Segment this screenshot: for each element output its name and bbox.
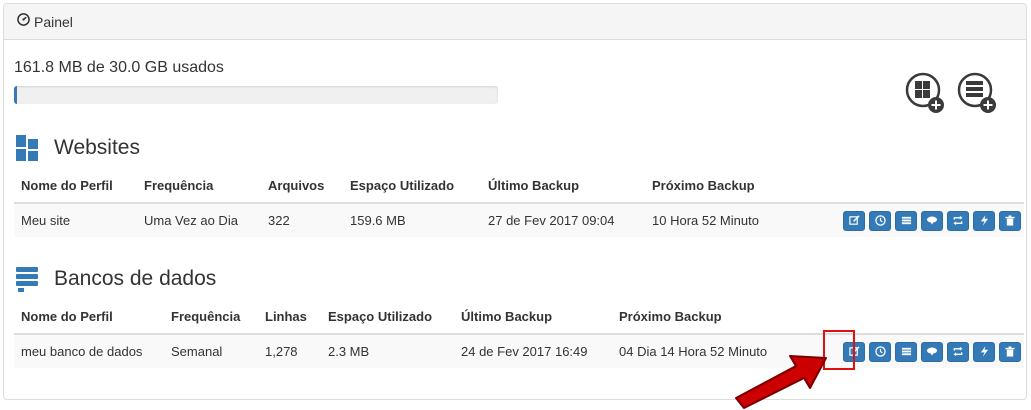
add-database-button[interactable]	[957, 72, 996, 113]
cloud-download-icon	[926, 346, 938, 357]
bolt-icon	[980, 346, 989, 357]
profile-name: Meu site	[14, 203, 137, 237]
actions-header	[815, 169, 1024, 204]
column-header: Próximo Backup	[645, 169, 815, 204]
websites-icon	[16, 135, 38, 161]
column-header: Nome do Perfil	[14, 169, 137, 204]
row-actions	[815, 203, 1024, 237]
column-header: Próximo Backup	[612, 300, 820, 335]
last-backup: 24 de Fev 2017 16:49	[454, 334, 612, 368]
actions-header	[820, 300, 1024, 335]
column-header: Frequência	[137, 169, 261, 204]
clock-button[interactable]	[869, 210, 891, 231]
space-used: 2.3 MB	[321, 334, 454, 368]
panel-title: Painel	[34, 13, 73, 30]
table-row: Meu site Uma Vez ao Dia 322 159.6 MB 27 …	[14, 203, 1024, 237]
annotation-arrow	[735, 355, 827, 409]
clock-icon	[874, 215, 886, 226]
table-header-row: Nome do Perfil Frequência Arquivos Espaç…	[14, 169, 1024, 204]
add-database-icon	[957, 72, 996, 113]
list-button[interactable]	[895, 341, 917, 362]
trash-icon	[1005, 346, 1015, 357]
bolt-icon	[980, 215, 989, 226]
databases-section-title: Bancos de dados	[14, 264, 216, 294]
websites-section-title: Websites	[14, 133, 140, 163]
databases-table: Nome do Perfil Frequência Linhas Espaço …	[14, 300, 1024, 368]
column-header: Espaço Utilizado	[343, 169, 481, 204]
column-header: Último Backup	[454, 300, 612, 335]
last-backup: 27 de Fev 2017 09:04	[481, 203, 645, 237]
databases-title: Bancos de dados	[54, 267, 217, 290]
column-header: Nome do Perfil	[14, 300, 164, 335]
list-icon	[901, 215, 912, 226]
column-header: Linhas	[258, 300, 321, 335]
refresh-icon	[952, 346, 964, 357]
storage-usage-text: 161.8 MB de 30.0 GB usados	[14, 59, 224, 76]
list-button[interactable]	[895, 210, 917, 231]
refresh-icon	[952, 215, 964, 226]
cloud-download-button[interactable]	[921, 210, 943, 231]
websites-title: Websites	[54, 136, 140, 159]
clock-icon	[874, 346, 886, 357]
panel-heading: Painel	[4, 4, 1026, 40]
refresh-button[interactable]	[947, 341, 969, 362]
column-header: Último Backup	[481, 169, 645, 204]
edit-button[interactable]	[843, 210, 865, 231]
add-website-icon	[905, 72, 944, 113]
action-group	[827, 341, 1024, 362]
list-icon	[901, 346, 912, 357]
dashboard-icon	[17, 12, 30, 31]
add-website-button[interactable]	[905, 72, 944, 113]
cloud-download-button[interactable]	[921, 341, 943, 362]
websites-table: Nome do Perfil Frequência Arquivos Espaç…	[14, 169, 1024, 237]
frequency: Semanal	[164, 334, 258, 368]
column-header: Frequência	[164, 300, 258, 335]
bolt-button[interactable]	[973, 341, 995, 362]
column-header: Arquivos	[261, 169, 343, 204]
storage-progress-bar	[14, 86, 498, 104]
table-header-row: Nome do Perfil Frequência Linhas Espaço …	[14, 300, 1024, 335]
frequency: Uma Vez ao Dia	[137, 203, 261, 237]
row-count: 1,278	[258, 334, 321, 368]
trash-icon	[1005, 215, 1015, 226]
action-group	[822, 210, 1024, 231]
edit-icon	[848, 215, 860, 226]
profile-name: meu banco de dados	[14, 334, 164, 368]
trash-button[interactable]	[999, 210, 1021, 231]
databases-icon	[16, 267, 38, 292]
refresh-button[interactable]	[947, 210, 969, 231]
storage-progress-fill	[14, 86, 17, 104]
column-header: Espaço Utilizado	[321, 300, 454, 335]
file-count: 322	[261, 203, 343, 237]
cloud-download-icon	[926, 215, 938, 226]
bolt-button[interactable]	[973, 210, 995, 231]
space-used: 159.6 MB	[343, 203, 481, 237]
next-backup: 10 Hora 52 Minuto	[645, 203, 815, 237]
table-row: meu banco de dados Semanal 1,278 2.3 MB …	[14, 334, 1024, 368]
trash-button[interactable]	[999, 341, 1021, 362]
clock-button[interactable]	[869, 341, 891, 362]
